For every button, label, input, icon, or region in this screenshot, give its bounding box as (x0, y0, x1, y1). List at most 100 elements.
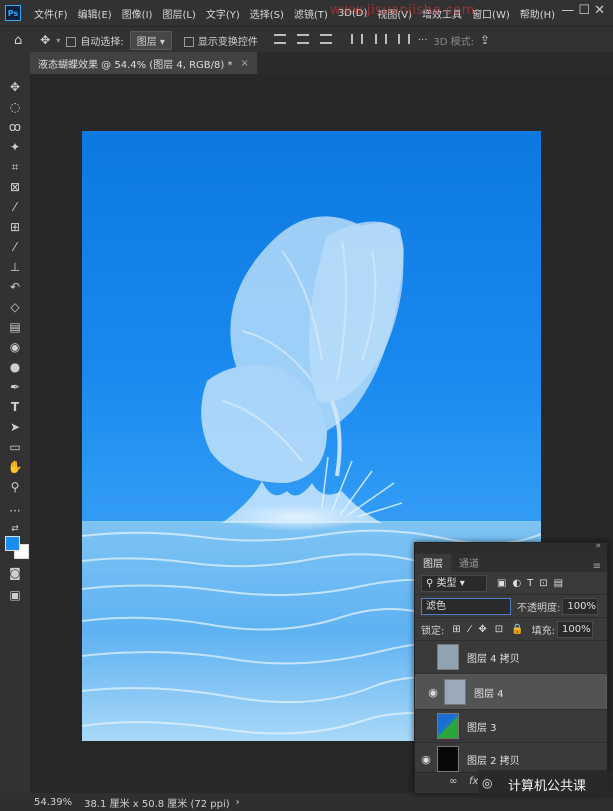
magic-wand-tool-icon[interactable]: ✦ (6, 138, 24, 156)
panel-menu-icon[interactable]: ≡ (593, 561, 601, 572)
lock-label: 锁定: (421, 625, 445, 637)
layer-row[interactable]: ◉ 图层 4 (415, 674, 607, 710)
foreground-color-swatch[interactable] (5, 536, 20, 551)
history-brush-tool-icon[interactable]: ↶ (6, 278, 24, 296)
photoshop-logo[interactable]: Ps (5, 5, 21, 21)
align-center-icon[interactable] (374, 33, 387, 44)
gradient-tool-icon[interactable]: ▤ (6, 318, 24, 336)
rectangle-tool-icon[interactable]: ▭ (6, 438, 24, 456)
move-tool-icon[interactable]: ✥ (6, 78, 24, 96)
layer-thumbnail (437, 746, 459, 772)
layer-name: 图层 4 拷贝 (467, 653, 520, 665)
eraser-tool-icon[interactable]: ◇ (6, 298, 24, 316)
tab-channels[interactable]: 通道 (451, 553, 487, 572)
opacity-label: 不透明度: (517, 602, 561, 614)
screen-mode-icon[interactable]: ▣ (6, 586, 24, 604)
document-tab-title: 液态蝴蝶效果 @ 54.4% (图层 4, RGB/8) * (38, 59, 233, 71)
filter-icons[interactable]: ▣◐T⊡▤ (497, 578, 569, 589)
more-tools-icon[interactable]: ··· (6, 502, 24, 520)
status-menu-arrow-icon[interactable]: › (236, 797, 240, 808)
auto-select-dropdown[interactable]: 图层 ▾ (129, 30, 172, 50)
menu-help[interactable]: 帮助(H) (515, 6, 560, 21)
healing-brush-tool-icon[interactable]: ⊞ (6, 218, 24, 236)
filter-kind-dropdown[interactable]: ⚲ 类型 ▾ (421, 574, 487, 592)
menu-bar: Ps 文件(F) 编辑(E) 图像(I) 图层(L) 文字(Y) 选择(S) 滤… (0, 0, 613, 26)
menu-type[interactable]: 文字(Y) (201, 6, 245, 21)
document-tab-bar: 液态蝴蝶效果 @ 54.4% (图层 4, RGB/8) * × (30, 52, 613, 74)
layers-panel: » 图层 通道 ≡ ⚲ 类型 ▾ ▣◐T⊡▤ 滤色 不透明度: 100% 锁定:… (414, 541, 608, 794)
butterfly-shape (201, 216, 404, 483)
chevron-down-icon[interactable]: ▾ (56, 36, 60, 45)
wechat-label: 计算机公共课 (508, 778, 587, 794)
eye-icon[interactable]: ◉ (422, 686, 444, 699)
menu-image[interactable]: 图像(I) (117, 6, 158, 21)
layer-name: 图层 3 (467, 722, 497, 734)
path-selection-tool-icon[interactable]: ➤ (6, 418, 24, 436)
layer-thumbnail (437, 713, 459, 739)
layers-panel-tabs: 图层 通道 ≡ (415, 553, 607, 572)
window-controls[interactable]: — ☐ ✕ (561, 3, 605, 18)
document-size: 38.1 厘米 x 50.8 厘米 (72 ppi) (84, 798, 230, 810)
document-tab[interactable]: 液态蝴蝶效果 @ 54.4% (图层 4, RGB/8) * × (30, 52, 257, 74)
dodge-tool-icon[interactable]: ● (6, 358, 24, 376)
hand-tool-icon[interactable]: ✋ (6, 458, 24, 476)
home-icon[interactable]: ⌂ (14, 33, 22, 48)
wechat-watermark: ◎ 计算机公共课 (478, 770, 613, 798)
lock-icons[interactable]: ⊞⁄✥⊡🔒 (452, 624, 531, 635)
align-top-icon[interactable] (273, 33, 286, 44)
align-middle-icon[interactable] (297, 33, 310, 44)
menu-filter[interactable]: 滤镜(T) (289, 6, 333, 21)
collapse-icon[interactable]: » (595, 541, 601, 551)
align-buttons-group (273, 33, 418, 47)
move-tool-icon[interactable]: ✥ (40, 33, 50, 47)
checkbox-icon (183, 36, 194, 47)
eyedropper-tool-icon[interactable]: ⁄ (6, 198, 24, 216)
lock-row: 锁定: ⊞⁄✥⊡🔒 填充: 100% (415, 618, 607, 641)
quick-mask-icon[interactable]: ◙ (6, 564, 24, 582)
close-tab-icon[interactable]: × (240, 58, 248, 69)
auto-select-checkbox[interactable]: 自动选择: (66, 33, 124, 48)
layer-name: 图层 4 (474, 688, 504, 700)
stamp-tool-icon[interactable]: ⊥ (6, 258, 24, 276)
tools-panel: ✥ ◌ ꝏ ✦ ⌗ ⊠ ⁄ ⊞ ⁄ ⊥ ↶ ◇ ▤ ◉ ● ✒ T ➤ ▭ ✋ … (0, 52, 31, 793)
3d-mode-label: 3D 模式: (433, 36, 475, 48)
share-icon[interactable]: ⇪ (480, 33, 490, 47)
zoom-level[interactable]: 54.39% (34, 797, 72, 808)
crop-tool-icon[interactable]: ⌗ (6, 158, 24, 176)
marquee-tool-icon[interactable]: ◌ (6, 98, 24, 116)
blur-tool-icon[interactable]: ◉ (6, 338, 24, 356)
layer-thumbnail (444, 679, 466, 705)
tab-layers[interactable]: 图层 (415, 553, 451, 572)
type-tool-icon[interactable]: T (6, 398, 24, 416)
eye-icon[interactable]: ◉ (415, 753, 437, 766)
layers-panel-header[interactable]: » (415, 541, 607, 554)
opacity-input[interactable]: 100% (562, 597, 599, 615)
fill-label: 填充: (531, 625, 556, 637)
blend-mode-dropdown[interactable]: 滤色 (421, 597, 511, 615)
layer-row[interactable]: 图层 3 (415, 710, 607, 743)
more-options-icon[interactable]: ··· (418, 35, 428, 46)
menu-layer[interactable]: 图层(L) (157, 6, 200, 21)
align-right-icon[interactable] (397, 33, 410, 44)
lasso-tool-icon[interactable]: ꝏ (6, 118, 24, 136)
zoom-tool-icon[interactable]: ⚲ (6, 478, 24, 496)
menu-file[interactable]: 文件(F) (29, 6, 73, 21)
layer-name: 图层 2 拷贝 (467, 755, 520, 767)
filter-kind-value: 类型 (436, 577, 457, 589)
layer-row[interactable]: 图层 4 拷贝 (415, 641, 607, 674)
link-icon[interactable]: ∞ (449, 776, 457, 787)
brush-tool-icon[interactable]: ⁄ (6, 238, 24, 256)
watermark-text: www.jisuanjishe.com (330, 3, 475, 18)
align-bottom-icon[interactable] (320, 33, 333, 44)
align-left-icon[interactable] (351, 33, 364, 44)
auto-select-value: 图层 (136, 36, 157, 48)
show-transform-checkbox[interactable]: 显示变换控件 (183, 33, 258, 48)
blend-row: 滤色 不透明度: 100% (415, 595, 607, 618)
pen-tool-icon[interactable]: ✒ (6, 378, 24, 396)
frame-tool-icon[interactable]: ⊠ (6, 178, 24, 196)
menu-edit[interactable]: 编辑(E) (73, 6, 117, 21)
show-transform-label: 显示变换控件 (197, 36, 258, 48)
auto-select-label: 自动选择: (80, 36, 124, 48)
fill-input[interactable]: 100% (557, 620, 594, 638)
menu-select[interactable]: 选择(S) (245, 6, 289, 21)
